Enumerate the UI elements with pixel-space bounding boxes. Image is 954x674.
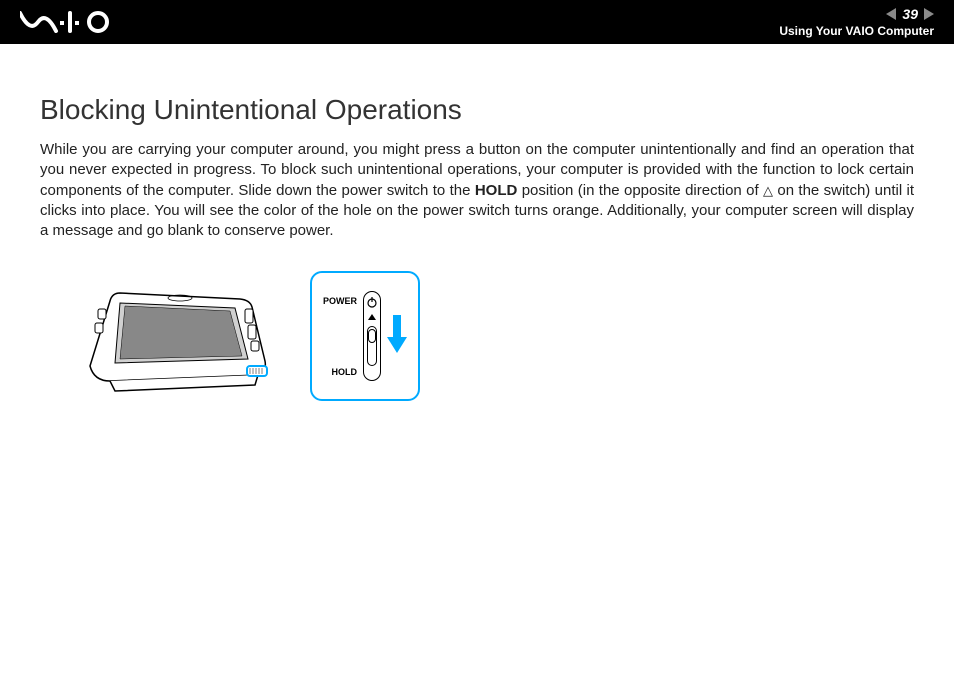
content-area: Blocking Unintentional Operations While … [0, 44, 954, 421]
page-number: 39 [902, 6, 918, 22]
header-bar: 39 Using Your VAIO Computer [0, 0, 954, 44]
power-switch-diagram: POWER HOLD [310, 271, 420, 401]
diagram-container: POWER HOLD [70, 271, 914, 401]
next-page-arrow-icon[interactable] [924, 8, 934, 20]
power-icon [366, 296, 378, 308]
switch-knob [368, 329, 376, 343]
hold-label-bold: HOLD [475, 182, 518, 199]
triangle-symbol: △ [763, 182, 773, 200]
switch-visual [363, 291, 381, 381]
vaio-logo [20, 11, 130, 33]
body-text-part2: position (in the opposite direction of [517, 182, 763, 199]
prev-page-arrow-icon[interactable] [886, 8, 896, 20]
down-arrow-icon [387, 315, 407, 358]
switch-frame [363, 291, 381, 381]
page-title: Blocking Unintentional Operations [40, 94, 914, 126]
power-label: POWER [323, 296, 357, 306]
switch-slot [367, 326, 377, 366]
switch-labels: POWER HOLD [323, 285, 357, 387]
body-paragraph: While you are carrying your computer aro… [40, 140, 914, 241]
triangle-up-icon [368, 314, 376, 320]
page-nav: 39 [886, 6, 934, 22]
section-title: Using Your VAIO Computer [779, 24, 934, 38]
hold-label: HOLD [323, 367, 357, 377]
header-right: 39 Using Your VAIO Computer [779, 6, 934, 38]
device-illustration [70, 271, 290, 401]
